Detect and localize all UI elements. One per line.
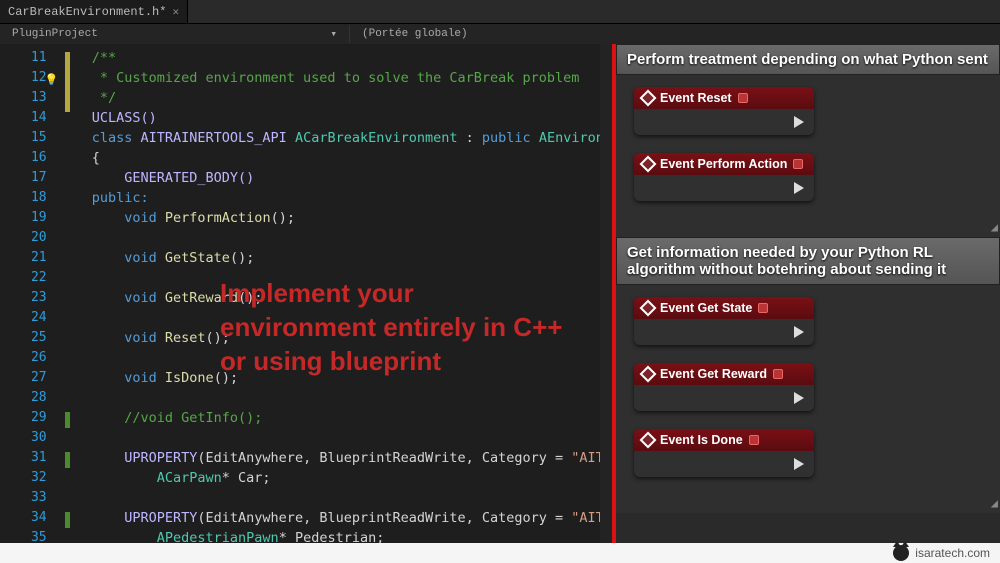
code-editor[interactable]: 1112131415161718192021222324252627282930…: [0, 44, 612, 543]
exec-pin-icon[interactable]: [794, 116, 804, 128]
code-line[interactable]: UPROPERTY(EditAnywhere, BlueprintReadWri…: [92, 508, 612, 528]
bp-event-node[interactable]: Event Is Done: [634, 429, 814, 477]
scope-label: (Portée globale): [362, 28, 468, 40]
tab-title: CarBreakEnvironment.h*: [8, 5, 166, 19]
code-line[interactable]: [92, 308, 612, 328]
scope-dropdown[interactable]: (Portée globale): [350, 26, 480, 42]
bp-node-title: Event Get State: [660, 301, 752, 315]
exec-pin-icon[interactable]: [794, 326, 804, 338]
code-line[interactable]: [92, 268, 612, 288]
event-diamond-icon: [640, 300, 657, 317]
code-content[interactable]: /** * Customized environment used to sol…: [88, 48, 612, 543]
resize-handle-icon[interactable]: ◢: [991, 220, 998, 235]
code-line[interactable]: class AITRAINERTOOLS_API ACarBreakEnviro…: [92, 128, 612, 148]
cat-icon: [893, 545, 909, 561]
code-line[interactable]: [92, 488, 612, 508]
bp-event-node[interactable]: Event Get State: [634, 297, 814, 345]
code-line[interactable]: /**: [92, 48, 612, 68]
code-line[interactable]: [92, 388, 612, 408]
code-line[interactable]: void PerformAction();: [92, 208, 612, 228]
change-mark: [65, 512, 70, 528]
bp-error-mark-icon: [773, 369, 783, 379]
bp-error-mark-icon: [738, 93, 748, 103]
project-dropdown[interactable]: PluginProject ▾: [0, 25, 350, 43]
code-line[interactable]: [92, 348, 612, 368]
line-number-gutter: 1112131415161718192021222324252627282930…: [0, 48, 59, 543]
change-marks: 💡: [59, 48, 88, 543]
code-line[interactable]: //void GetInfo();: [92, 408, 612, 428]
code-line[interactable]: [92, 228, 612, 248]
bp-section-title: Get information needed by your Python RL…: [616, 237, 1000, 285]
code-line[interactable]: void Reset();: [92, 328, 612, 348]
tab-bar: CarBreakEnvironment.h* ✕: [0, 0, 1000, 24]
bp-error-mark-icon: [758, 303, 768, 313]
code-line[interactable]: UCLASS(): [92, 108, 612, 128]
code-line[interactable]: * Customized environment used to solve t…: [92, 68, 612, 88]
change-mark: [65, 452, 70, 468]
project-name: PluginProject: [12, 28, 98, 40]
file-tab[interactable]: CarBreakEnvironment.h* ✕: [0, 0, 188, 23]
brand-label: isaratech.com: [915, 546, 990, 560]
bp-event-node[interactable]: Event Get Reward: [634, 363, 814, 411]
bp-node-title: Event Reset: [660, 91, 732, 105]
event-diamond-icon: [640, 156, 657, 173]
exec-pin-icon[interactable]: [794, 458, 804, 470]
bp-canvas[interactable]: Event Reset Event Perform Action ◢: [616, 75, 1000, 237]
event-diamond-icon: [640, 366, 657, 383]
lightbulb-icon[interactable]: 💡: [45, 70, 59, 90]
blueprint-panel: Perform treatment depending on what Pyth…: [616, 44, 1000, 543]
code-line[interactable]: UPROPERTY(EditAnywhere, BlueprintReadWri…: [92, 448, 612, 468]
code-line[interactable]: void IsDone();: [92, 368, 612, 388]
bp-event-node[interactable]: Event Reset: [634, 87, 814, 135]
bp-node-title: Event Is Done: [660, 433, 743, 447]
chevron-down-icon: ▾: [330, 27, 337, 41]
code-line[interactable]: public:: [92, 188, 612, 208]
close-icon[interactable]: ✕: [172, 5, 179, 19]
code-line[interactable]: */: [92, 88, 612, 108]
code-line[interactable]: void GetReward();: [92, 288, 612, 308]
bp-error-mark-icon: [793, 159, 803, 169]
bp-section-title: Perform treatment depending on what Pyth…: [616, 44, 1000, 75]
code-line[interactable]: [92, 428, 612, 448]
bp-node-title: Event Perform Action: [660, 157, 787, 171]
resize-handle-icon[interactable]: ◢: [991, 496, 998, 511]
code-line[interactable]: ACarPawn* Car;: [92, 468, 612, 488]
exec-pin-icon[interactable]: [794, 182, 804, 194]
code-line[interactable]: APedestrianPawn* Pedestrian;: [92, 528, 612, 543]
scrollbar[interactable]: [600, 44, 612, 543]
bp-canvas[interactable]: Event Get State Event Get Reward Event I…: [616, 285, 1000, 513]
bp-event-node[interactable]: Event Perform Action: [634, 153, 814, 201]
code-line[interactable]: GENERATED_BODY(): [92, 168, 612, 188]
context-bar: PluginProject ▾ (Portée globale): [0, 24, 1000, 44]
code-line[interactable]: void GetState();: [92, 248, 612, 268]
code-line[interactable]: {: [92, 148, 612, 168]
bp-node-title: Event Get Reward: [660, 367, 767, 381]
footer-bar: isaratech.com: [0, 543, 1000, 563]
change-mark: [65, 52, 70, 112]
event-diamond-icon: [640, 90, 657, 107]
bp-error-mark-icon: [749, 435, 759, 445]
change-mark: [65, 412, 70, 428]
event-diamond-icon: [640, 432, 657, 449]
exec-pin-icon[interactable]: [794, 392, 804, 404]
